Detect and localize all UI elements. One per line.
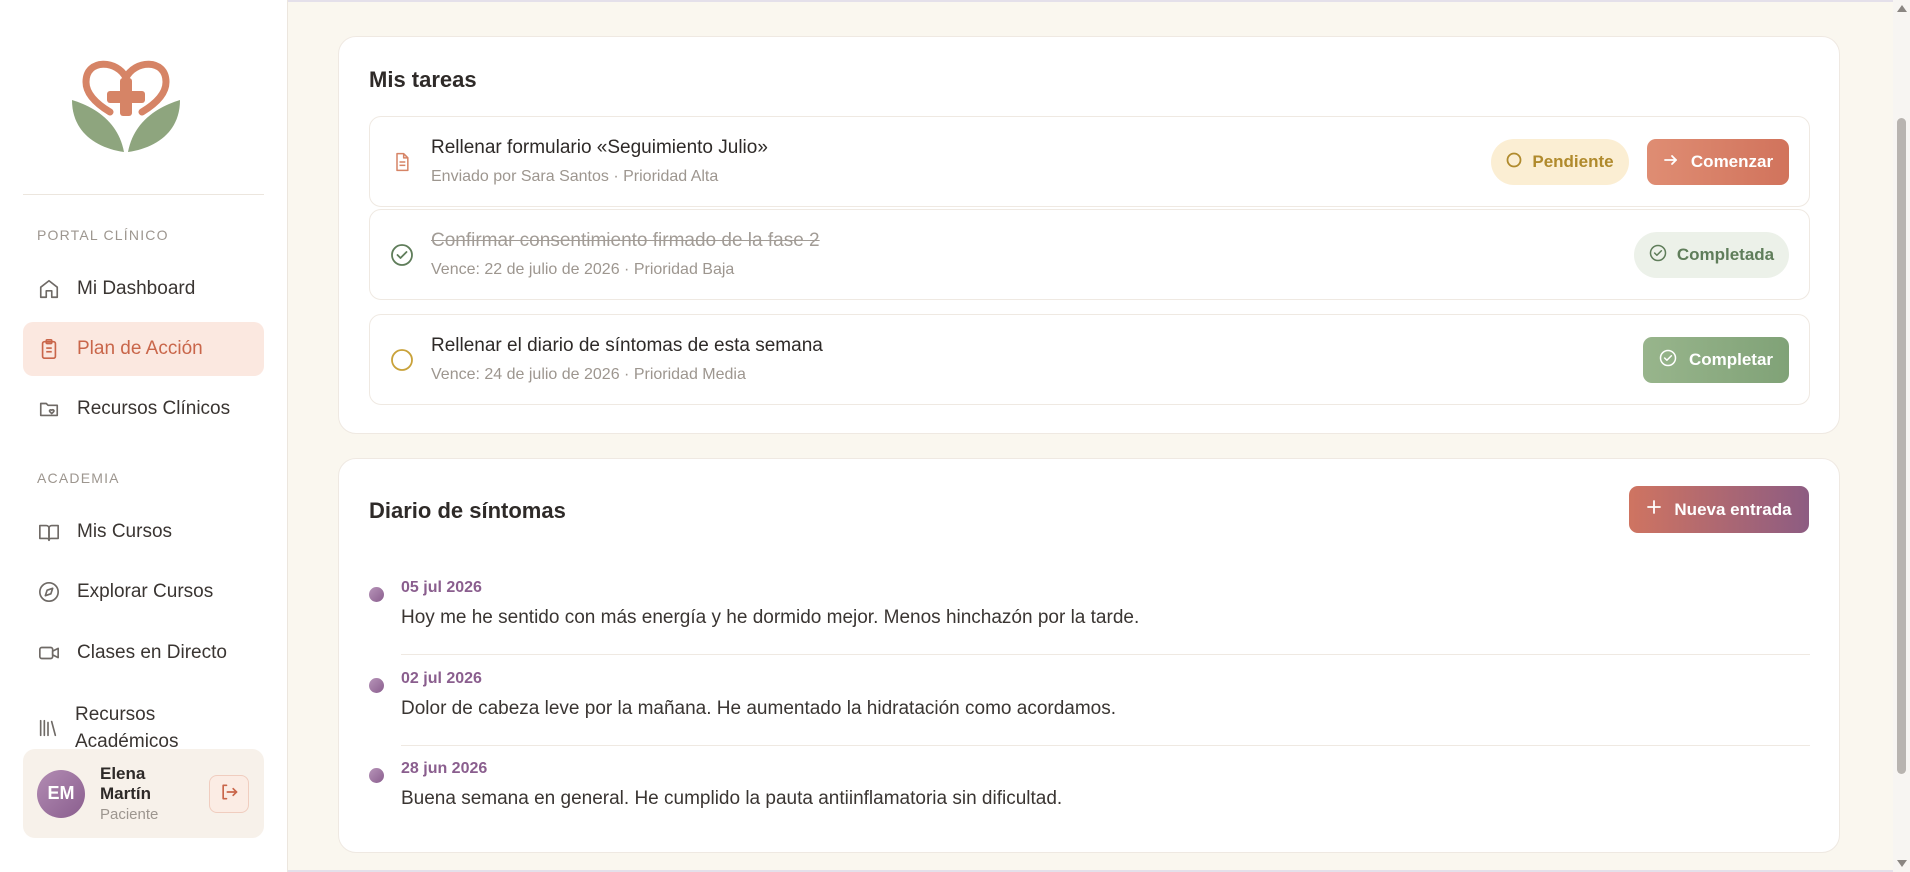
scrollbar-thumb[interactable] [1897, 118, 1906, 774]
user-name: Elena Martín [100, 764, 151, 803]
home-icon [37, 277, 61, 301]
diary-entry: 28 jun 2026 Buena semana en general. He … [369, 746, 1810, 836]
scroll-down-icon[interactable] [1897, 860, 1907, 867]
sidebar-item-mis-cursos[interactable]: Mis Cursos [23, 505, 264, 559]
section-title-portal: PORTAL CLÍNICO [37, 227, 169, 243]
task-item: Rellenar formulario «Seguimiento Julio» … [369, 116, 1810, 207]
sidebar-item-dashboard[interactable]: Mi Dashboard [23, 262, 264, 316]
vertical-scrollbar[interactable] [1893, 0, 1910, 872]
clinic-logo [66, 44, 186, 156]
new-entry-button[interactable]: Nueva entrada [1629, 486, 1809, 533]
sidebar-item-label: Recursos Clínicos [77, 398, 231, 419]
entry-text: Hoy me he sentido con más energía y he d… [401, 607, 1140, 628]
tasks-title: Mis tareas [369, 67, 477, 92]
diary-title: Diario de síntomas [369, 498, 566, 523]
timeline-dot [369, 768, 384, 783]
circle-icon [390, 348, 414, 372]
task-title: Rellenar formulario «Seguimiento Julio» [431, 137, 768, 158]
library-icon [37, 716, 59, 740]
sidebar-item-label: Mi Dashboard [77, 278, 196, 299]
status-badge-label: Pendiente [1532, 152, 1614, 171]
sidebar-item-label: Clases en Directo [77, 642, 227, 663]
entry-divider [401, 654, 1810, 655]
circle-icon [1506, 152, 1522, 173]
scroll-up-icon[interactable] [1897, 5, 1907, 12]
sidebar-item-plan-de-accion[interactable]: Plan de Acción [23, 322, 264, 376]
timeline-dot [369, 678, 384, 693]
task-item: Confirmar consentimiento firmado de la f… [369, 209, 1810, 300]
user-card: EM Elena Martín Paciente [23, 749, 264, 838]
sidebar-item-recursos-academicos[interactable]: Recursos Académicos [23, 700, 183, 756]
check-circle-icon [390, 243, 414, 267]
status-badge-label: Completada [1676, 245, 1775, 264]
document-icon [390, 150, 414, 174]
status-badge-pending: Pendiente [1491, 139, 1629, 185]
arrow-right-icon [1663, 152, 1679, 173]
check-circle-icon [1649, 244, 1667, 267]
entry-date: 05 jul 2026 [401, 579, 482, 596]
start-task-label: Comenzar [1690, 152, 1774, 171]
plus-icon [1646, 499, 1662, 520]
task-meta: Vence: 22 de julio de 2026 · Prioridad B… [431, 261, 735, 278]
sidebar: PORTAL CLÍNICO Mi Dashboard Plan de Acci… [0, 0, 288, 872]
folder-heart-icon [37, 397, 61, 421]
task-meta: Enviado por Sara Santos · Prioridad Alta [431, 168, 719, 185]
user-info: Elena Martín Paciente [100, 764, 196, 823]
compass-icon [37, 580, 61, 604]
logout-icon [219, 782, 239, 807]
sidebar-divider [23, 194, 264, 195]
sidebar-item-label: Mis Cursos [77, 521, 173, 542]
task-title: Confirmar consentimiento firmado de la f… [431, 230, 820, 251]
sidebar-item-label: Plan de Acción [77, 338, 203, 359]
task-item: Rellenar el diario de síntomas de esta s… [369, 314, 1810, 405]
avatar: EM [37, 769, 85, 818]
timeline-dot [369, 587, 384, 602]
start-task-button[interactable]: Comenzar [1647, 139, 1789, 185]
sidebar-item-explorar-cursos[interactable]: Explorar Cursos [23, 565, 264, 619]
entry-text: Buena semana en general. He cumplido la … [401, 788, 1063, 809]
sidebar-item-clases-en-directo[interactable]: Clases en Directo [23, 626, 264, 680]
complete-task-label: Completar [1688, 350, 1774, 369]
diary-entry: 05 jul 2026 Hoy me he sentido con más en… [369, 565, 1810, 655]
sidebar-item-recursos-clinicos[interactable]: Recursos Clínicos [23, 382, 264, 436]
entry-text: Dolor de cabeza leve por la mañana. He a… [401, 698, 1117, 719]
status-badge-completed: Completada [1634, 232, 1789, 278]
symptom-diary-card: Diario de síntomas Nueva entrada 05 jul … [338, 458, 1840, 853]
check-circle-icon [1659, 349, 1677, 372]
entry-date: 02 jul 2026 [401, 670, 482, 687]
sidebar-item-label: Explorar Cursos [77, 581, 214, 602]
complete-task-button[interactable]: Completar [1643, 337, 1789, 383]
user-role: Paciente [100, 806, 159, 823]
entry-date: 28 jun 2026 [401, 760, 488, 777]
logout-button[interactable] [209, 775, 249, 813]
new-entry-label: Nueva entrada [1674, 499, 1792, 519]
section-title-academia: ACADEMIA [37, 470, 120, 486]
diary-entry: 02 jul 2026 Dolor de cabeza leve por la … [369, 656, 1810, 746]
book-open-icon [37, 520, 61, 544]
sidebar-item-label: Recursos Académicos [75, 704, 179, 752]
task-title: Rellenar el diario de síntomas de esta s… [431, 335, 823, 356]
video-icon [37, 641, 61, 665]
tasks-card: Mis tareas Rellenar formulario «Seguimie… [338, 36, 1840, 434]
task-meta: Vence: 24 de julio de 2026 · Prioridad M… [431, 366, 746, 383]
clipboard-icon [37, 337, 61, 361]
